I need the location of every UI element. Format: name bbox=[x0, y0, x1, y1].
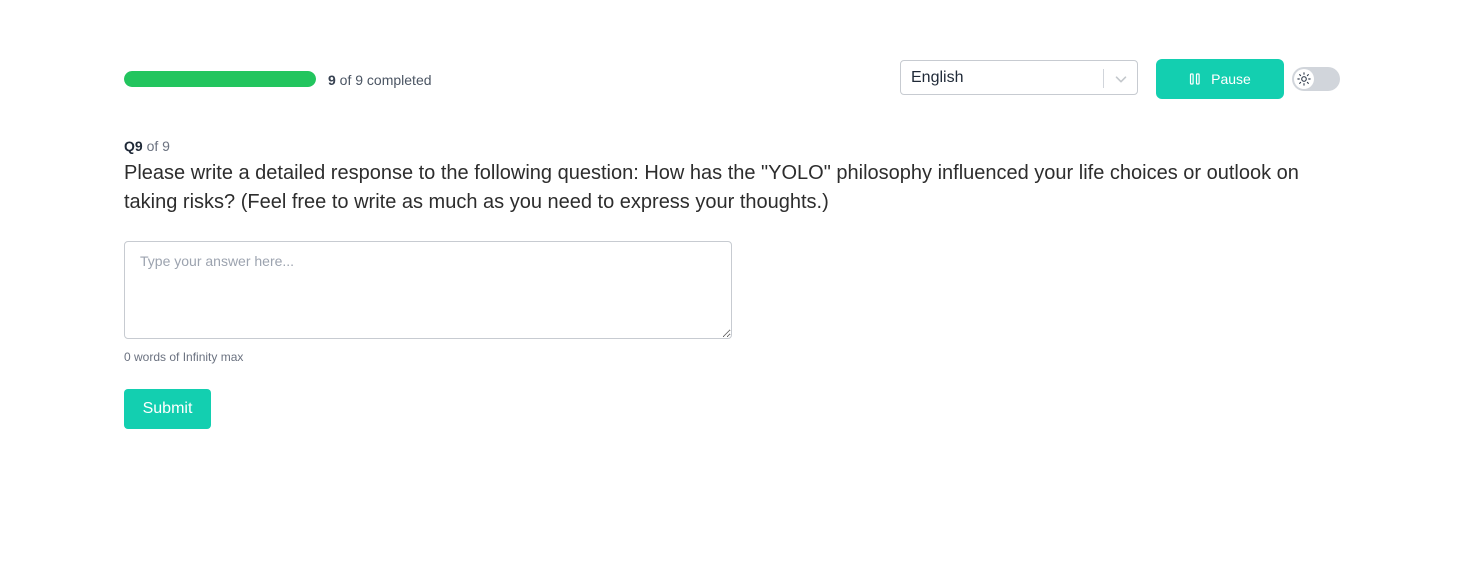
question-number: Q9 of 9 bbox=[124, 137, 170, 155]
progress-rest: of 9 completed bbox=[335, 72, 432, 88]
pause-icon bbox=[1190, 73, 1200, 85]
question-number-total: of 9 bbox=[142, 138, 170, 154]
question-text: Please write a detailed response to the … bbox=[124, 162, 1299, 213]
language-selected-value: English bbox=[911, 69, 964, 86]
progress-bar-fill bbox=[124, 71, 316, 87]
submit-button[interactable]: Submit bbox=[124, 389, 211, 429]
chevron-down-icon[interactable] bbox=[1112, 70, 1130, 88]
select-separator bbox=[1103, 69, 1104, 88]
question-number-current: Q9 bbox=[124, 138, 143, 154]
toggle-knob bbox=[1294, 69, 1314, 89]
submit-label: Submit bbox=[142, 400, 193, 417]
progress-text: 9 of 9 completed bbox=[328, 71, 432, 89]
answer-textarea[interactable] bbox=[124, 241, 732, 339]
theme-toggle[interactable] bbox=[1292, 67, 1340, 91]
sun-icon bbox=[1297, 72, 1311, 86]
progress-bar bbox=[124, 71, 316, 87]
progress-current: 9 bbox=[328, 72, 336, 88]
language-select[interactable]: English bbox=[900, 60, 1138, 95]
word-count: 0 words of Infinity max bbox=[124, 350, 244, 364]
pause-label: Pause bbox=[1211, 71, 1251, 87]
pause-button[interactable]: Pause bbox=[1156, 59, 1284, 99]
